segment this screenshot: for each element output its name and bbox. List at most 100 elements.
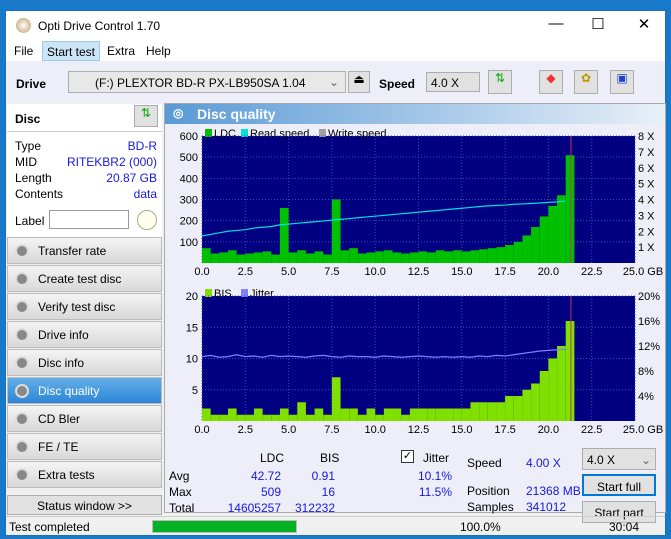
menu-file[interactable]: File bbox=[14, 44, 33, 58]
drive-select[interactable]: (F:) PLEXTOR BD-R PX-LB950SA 1.04 ⌄ bbox=[68, 71, 346, 93]
disc-icon: ◎ bbox=[173, 106, 184, 120]
bis-bar bbox=[288, 414, 298, 421]
disc-quality-panel: ◎ Disc quality LDC Read speed Write speed 0… bbox=[164, 103, 666, 523]
menu-extra[interactable]: Extra bbox=[107, 44, 135, 58]
x-tick-label: 20.0 bbox=[538, 424, 559, 436]
bis-bar bbox=[305, 414, 315, 421]
bis-bar bbox=[470, 402, 480, 421]
ldc-bar bbox=[453, 250, 462, 263]
bis-bar bbox=[392, 408, 402, 421]
ldc-bar bbox=[427, 252, 436, 263]
sidebar-item-cd-bler[interactable]: CD Bler bbox=[7, 405, 162, 432]
y-tick-label: 20 bbox=[186, 291, 198, 303]
col-bis: BIS bbox=[320, 451, 340, 465]
x-tick-label: 10.0 bbox=[364, 424, 385, 436]
sidebar-item-label: Disc quality bbox=[38, 384, 100, 398]
sidebar-item-label: Verify test disc bbox=[38, 300, 116, 314]
stat-total-label: Total bbox=[169, 501, 195, 515]
start-full-button[interactable]: Start full bbox=[582, 474, 656, 496]
sidebar-item-fe-te[interactable]: FE / TE bbox=[7, 433, 162, 460]
menu-start-test[interactable]: Start test bbox=[42, 41, 101, 61]
ldc-bar bbox=[479, 249, 488, 263]
disc-refresh-button[interactable]: ⇅ bbox=[134, 105, 158, 127]
x-tick-label: 25.0 GB bbox=[623, 266, 663, 278]
sidebar-item-transfer-rate[interactable]: Transfer rate bbox=[7, 237, 162, 264]
sidebar-item-extra-tests[interactable]: Extra tests bbox=[7, 461, 162, 488]
samples-label: Samples bbox=[467, 500, 514, 514]
bis-bar bbox=[357, 414, 367, 421]
maximize-button[interactable]: ☐ bbox=[578, 15, 618, 33]
window-title: Opti Drive Control 1.70 bbox=[38, 19, 161, 33]
y2-tick-label: 5 X bbox=[638, 179, 655, 191]
menu-help[interactable]: Help bbox=[146, 44, 171, 58]
y-tick-label: 15 bbox=[186, 322, 198, 334]
legend-jitter: Jitter bbox=[250, 288, 274, 300]
x-tick-label: 7.5 bbox=[324, 424, 339, 436]
toolbar: Drive (F:) PLEXTOR BD-R PX-LB950SA 1.04 … bbox=[6, 61, 665, 107]
close-button[interactable]: ✕ bbox=[624, 15, 664, 33]
label-disc-button[interactable] bbox=[137, 210, 157, 230]
jitter-checkbox[interactable]: ✓ bbox=[401, 450, 414, 463]
bis-bar bbox=[418, 408, 428, 421]
samples-value: 341012 bbox=[526, 500, 567, 514]
position-value: 21368 MB bbox=[526, 484, 581, 498]
x-tick-label: 22.5 bbox=[581, 424, 602, 436]
y2-tick-label: 20% bbox=[638, 291, 660, 303]
x-tick-label: 22.5 bbox=[581, 266, 602, 278]
ldc-bar bbox=[288, 252, 298, 263]
eject-button[interactable]: ⏏ bbox=[348, 71, 370, 93]
bis-bar bbox=[331, 377, 341, 421]
refresh-button[interactable]: ⇅ bbox=[488, 70, 512, 94]
disc-contents-value: data bbox=[133, 187, 157, 201]
x-tick-label: 17.5 bbox=[494, 266, 515, 278]
save-button[interactable]: ▣ bbox=[610, 70, 634, 94]
ldc-bar bbox=[349, 248, 358, 263]
ldc-bar bbox=[418, 251, 428, 263]
sidebar: Transfer rate Create test disc Verify test… bbox=[6, 237, 164, 488]
bis-bar bbox=[349, 408, 358, 421]
status-window-button[interactable]: Status window >> bbox=[7, 495, 162, 515]
disc-icon bbox=[15, 412, 29, 426]
legend-write-speed: Write speed bbox=[328, 128, 387, 140]
x-tick-label: 7.5 bbox=[324, 266, 339, 278]
sidebar-item-create-test-disc[interactable]: Create test disc bbox=[7, 265, 162, 292]
x-tick-label: 2.5 bbox=[238, 424, 253, 436]
bis-bar bbox=[375, 414, 384, 421]
y2-tick-label: 4 X bbox=[638, 195, 655, 207]
ldc-bar bbox=[340, 250, 350, 263]
legend-read-speed: Read speed bbox=[250, 128, 309, 140]
bis-bar bbox=[297, 402, 306, 421]
ldc-chart: LDC Read speed Write speed 0.0 2.5 5.0 7.5 10.0… bbox=[180, 128, 664, 278]
speed-select[interactable]: 4.0 X bbox=[426, 72, 480, 92]
y-tick-label: 100 bbox=[180, 237, 198, 249]
bis-bar bbox=[340, 408, 350, 421]
disc-icon bbox=[15, 328, 29, 342]
y-tick-label: 10 bbox=[186, 354, 198, 366]
position-label: Position bbox=[467, 484, 510, 498]
legend-ldc: LDC bbox=[214, 128, 236, 140]
sidebar-item-drive-info[interactable]: Drive info bbox=[7, 321, 162, 348]
sidebar-item-disc-quality[interactable]: Disc quality bbox=[7, 377, 162, 404]
x-tick-label: 20.0 bbox=[538, 266, 559, 278]
erase-button[interactable]: ◆ bbox=[539, 70, 563, 94]
y2-tick-label: 8% bbox=[638, 366, 654, 378]
label-input[interactable] bbox=[49, 210, 129, 229]
sidebar-item-verify-test-disc[interactable]: Verify test disc bbox=[7, 293, 162, 320]
test-speed-select[interactable]: 4.0 X ⌄ bbox=[582, 448, 656, 470]
minimize-button[interactable]: — bbox=[536, 15, 576, 32]
bis-bar bbox=[548, 358, 558, 421]
disc-icon bbox=[15, 300, 29, 314]
ldc-bar bbox=[383, 250, 393, 263]
speed-label: Speed bbox=[379, 77, 416, 91]
speed-select-value: 4.0 X bbox=[431, 76, 460, 90]
bis-bar bbox=[427, 408, 436, 421]
bis-bar bbox=[279, 408, 289, 421]
status-bar: Test completed 100.0% 30:04 bbox=[6, 516, 665, 536]
sidebar-item-label: CD Bler bbox=[38, 412, 81, 426]
ldc-bar bbox=[227, 250, 237, 263]
settings-button[interactable]: ✿ bbox=[574, 70, 598, 94]
progress-fill bbox=[153, 521, 296, 532]
test-speed-value: 4.0 X bbox=[587, 453, 616, 467]
sidebar-item-disc-info[interactable]: Disc info bbox=[7, 349, 162, 376]
disc-icon bbox=[15, 272, 29, 286]
